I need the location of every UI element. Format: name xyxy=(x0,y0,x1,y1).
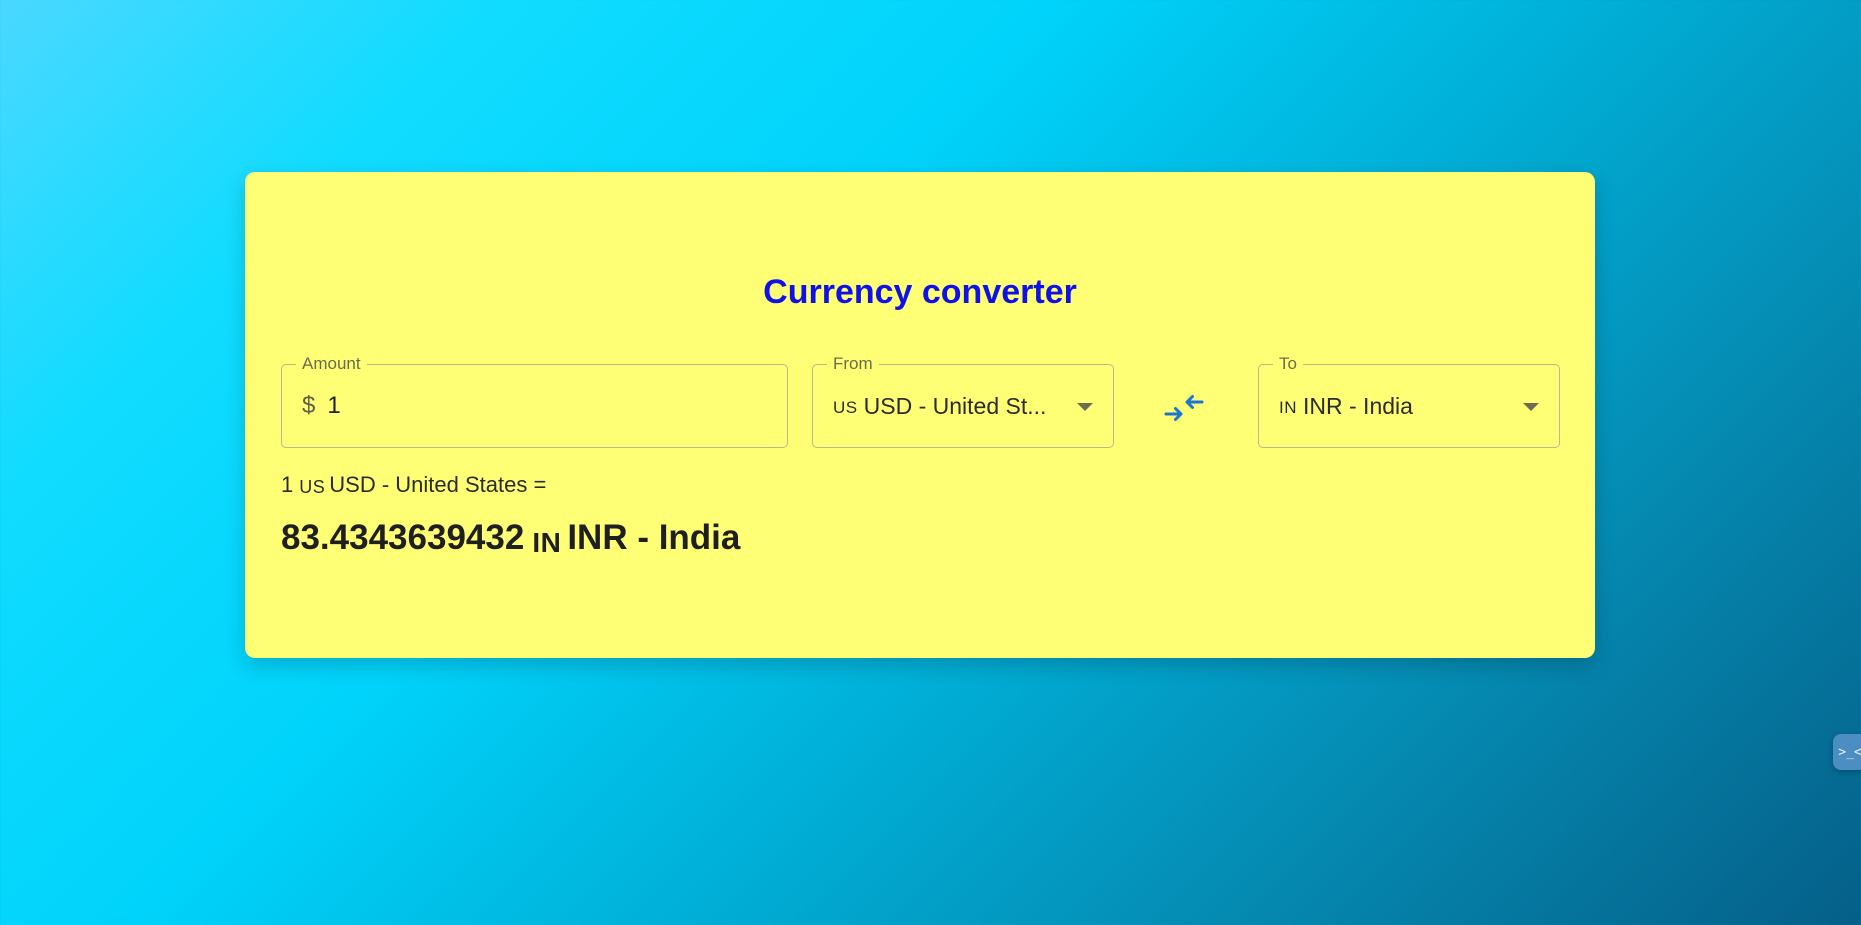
base-currency: USD - United States xyxy=(329,472,528,497)
dollar-icon: $ xyxy=(302,392,316,419)
india-flag-icon: in xyxy=(1279,398,1297,417)
us-flag-icon: us xyxy=(833,398,858,417)
base-amount: 1 xyxy=(281,472,294,497)
currency-converter-card: Currency converter Amount $ 1 From us US… xyxy=(245,172,1595,658)
conversion-base-line: 1 us USD - United States = xyxy=(281,472,546,498)
to-selected-value[interactable]: in INR - India xyxy=(1279,365,1503,447)
us-flag-icon: us xyxy=(299,477,326,497)
amount-value[interactable]: 1 xyxy=(327,392,340,420)
terminal-icon: >_< xyxy=(1838,744,1861,760)
from-currency-select[interactable]: From us USD - United St... xyxy=(812,353,1114,448)
swap-arrows-icon xyxy=(1164,395,1204,421)
from-selected-value[interactable]: us USD - United St... xyxy=(833,365,1057,447)
to-currency-text: INR - India xyxy=(1303,392,1413,419)
india-flag-icon: in xyxy=(532,527,562,558)
converted-amount: 83.4343639432 xyxy=(281,518,525,557)
amount-field[interactable]: Amount $ 1 xyxy=(281,353,788,448)
page-background: { "converter": { "title": "Currency conv… xyxy=(0,0,1861,925)
amount-input[interactable]: $ 1 xyxy=(302,365,767,447)
terminal-widget-button[interactable]: >_< xyxy=(1833,734,1861,770)
from-currency-text: USD - United St... xyxy=(863,392,1047,419)
target-currency: INR - India xyxy=(567,518,741,557)
to-currency-select[interactable]: To in INR - India xyxy=(1258,353,1560,448)
swap-currencies-button[interactable] xyxy=(1162,390,1206,426)
conversion-result: 83.4343639432 in INR - India xyxy=(281,517,740,559)
chevron-down-icon[interactable] xyxy=(1077,403,1093,411)
chevron-down-icon[interactable] xyxy=(1523,403,1539,411)
equals-sign: = xyxy=(533,472,547,497)
page-title: Currency converter xyxy=(763,273,1077,311)
